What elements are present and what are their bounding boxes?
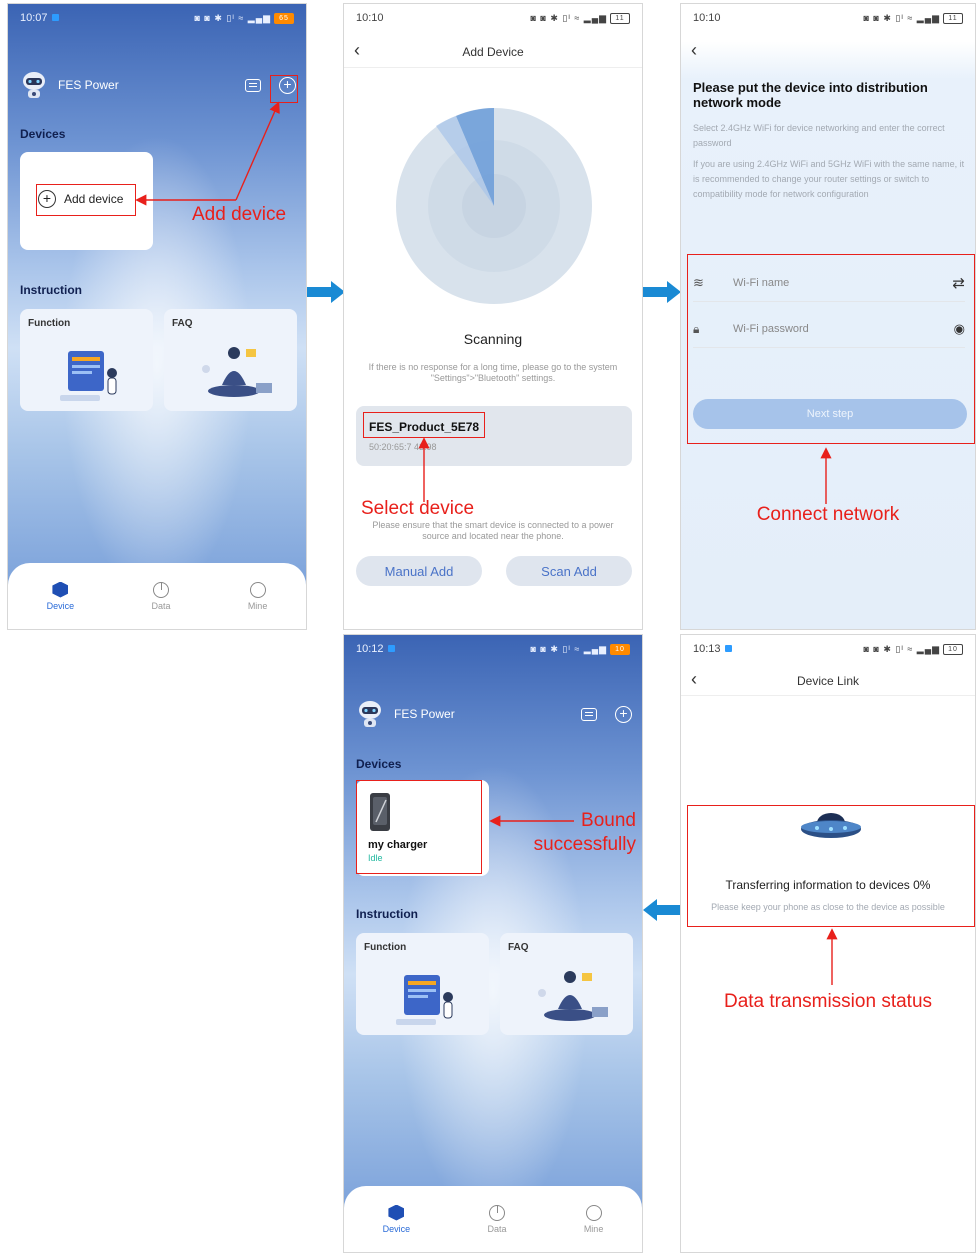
tab-mine-label: Mine (583, 1223, 604, 1234)
flow-arrow-right-icon (307, 281, 345, 303)
screen-device-link: 10:13 ◙ ◙ ✱ ▯ᴵ ≈ ▂▄▆ 10 ‹ Device Link Tra… (680, 634, 976, 1253)
manual-add-button[interactable]: Manual Add (356, 556, 482, 586)
device-tab-icon (52, 581, 69, 598)
faq-card[interactable]: FAQ (164, 309, 297, 411)
annotation-arrow-up (826, 928, 838, 985)
page-title: Device Link (796, 674, 860, 688)
status-bar: 10:12 ◙ ◙ ✱ ▯ᴵ ≈ ▂▄▆ 10 (356, 641, 630, 657)
function-illustration-icon (60, 351, 117, 401)
add-plus-icon[interactable]: + (615, 705, 632, 723)
tab-data-label: Data (151, 600, 171, 611)
scan-hint-line2: "Settings">"Bluetooth" settings. (430, 373, 556, 383)
annotation-select-device: Select device (361, 498, 475, 519)
battery-icon: 11 (943, 12, 963, 24)
message-icon[interactable] (581, 707, 597, 721)
annotation-data-transmission: Data transmission status (723, 991, 933, 1012)
tab-data[interactable]: Data (151, 581, 171, 611)
function-card[interactable]: Function (356, 933, 489, 1035)
screen-home-empty: 10:07 ◙ ◙ ✱ ▯ᴵ ≈ ▂▄▆ 65 FES Power + Devic… (7, 3, 307, 630)
flow-arrow-right-icon (643, 281, 681, 303)
tab-device-label: Device (382, 1223, 411, 1234)
ensure-hint: Please ensure that the smart device is c… (348, 520, 638, 542)
flow-arrow-left-icon (643, 899, 681, 921)
faq-card[interactable]: FAQ (500, 933, 633, 1035)
faq-label: FAQ (172, 318, 193, 329)
function-label: Function (364, 942, 407, 953)
mine-tab-icon (249, 581, 266, 598)
tab-bar: Device Data Mine (8, 563, 306, 629)
screen-network-config: 10:10 ◙ ◙ ✱ ▯ᴵ ≈ ▂▄▆ 11 ‹ Please put the … (680, 3, 976, 630)
tab-mine[interactable]: Mine (583, 1204, 604, 1234)
instruction-label: Instruction (356, 907, 418, 921)
ensure-hint-line1: Please ensure that the smart device is c… (372, 520, 614, 530)
battery-icon: 11 (610, 12, 630, 24)
status-icons: ◙ ◙ ✱ ▯ᴵ ≈ ▂▄▆ (863, 643, 940, 654)
tab-bar: Device Data Mine (344, 1186, 642, 1252)
notification-icon (724, 645, 732, 652)
annotation-box-charger (356, 780, 482, 874)
status-icons: ◙ ◙ ✱ ▯ᴵ ≈ ▂▄▆ (530, 643, 607, 654)
function-label: Function (28, 318, 71, 329)
scan-hint: If there is no response for a long time,… (348, 362, 638, 384)
robot-avatar-icon (359, 701, 381, 727)
tab-data[interactable]: Data (487, 1204, 507, 1234)
scan-add-button[interactable]: Scan Add (506, 556, 632, 586)
config-desc-1: Select 2.4GHz WiFi for device networking… (693, 123, 945, 148)
annotation-arrow-up (820, 447, 832, 504)
battery-icon: 10 (610, 643, 630, 655)
faq-illustration-icon (202, 347, 272, 397)
annotation-box-network (687, 254, 975, 444)
data-tab-icon (488, 1204, 505, 1221)
screen-home-bound: 10:12 ◙ ◙ ✱ ▯ᴵ ≈ ▂▄▆ 10 FES Power + Devic… (343, 634, 643, 1253)
annotation-bound: Bound successfully (534, 809, 636, 857)
config-desc-2: If you are using 2.4GHz WiFi and 5GHz Wi… (693, 159, 965, 199)
annotation-connect-network: Connect network (756, 504, 900, 525)
status-bar: 10:13 ◙ ◙ ✱ ▯ᴵ ≈ ▂▄▆ 10 (693, 641, 963, 657)
faq-label: FAQ (508, 942, 529, 953)
battery-icon: 10 (943, 643, 963, 655)
annotation-box-transfer (687, 805, 975, 927)
status-time: 10:10 (356, 12, 384, 24)
annotation-bound-line1: Bound (581, 810, 636, 831)
home-header: FES Power + (356, 699, 632, 729)
function-illustration-icon (396, 975, 453, 1025)
scanning-label: Scanning (463, 331, 523, 347)
status-time: 10:12 (356, 643, 384, 655)
notification-icon (387, 645, 395, 652)
ensure-hint-line2: source and located near the phone. (422, 531, 564, 541)
status-icons: ◙ ◙ ✱ ▯ᴵ ≈ ▂▄▆ (530, 12, 607, 23)
status-time: 10:10 (693, 12, 721, 24)
mine-tab-icon (585, 1204, 602, 1221)
page-title: Add Device (462, 45, 524, 59)
tab-mine-label: Mine (247, 600, 268, 611)
device-tab-icon (388, 1204, 405, 1221)
status-bar: 10:10 ◙ ◙ ✱ ▯ᴵ ≈ ▂▄▆ 11 (356, 10, 630, 26)
tab-device-label: Device (46, 600, 75, 611)
brand-name: FES Power (394, 707, 455, 721)
devices-label: Devices (356, 757, 402, 771)
scan-hint-line1: If there is no response for a long time,… (368, 362, 618, 372)
back-icon[interactable]: ‹ (691, 40, 697, 61)
faq-illustration-icon (538, 971, 608, 1021)
data-tab-icon (152, 581, 169, 598)
tab-device[interactable]: Device (46, 581, 75, 611)
tab-mine[interactable]: Mine (247, 581, 268, 611)
annotation-bound-line2: successfully (533, 834, 636, 855)
annotation-add-device: Add device (192, 204, 287, 225)
status-bar: 10:10 ◙ ◙ ✱ ▯ᴵ ≈ ▂▄▆ 11 (693, 10, 963, 26)
function-card[interactable]: Function (20, 309, 153, 411)
radar-scan-icon (396, 108, 592, 304)
status-time: 10:13 (693, 643, 721, 655)
annotation-arrow-up (418, 437, 430, 502)
tab-data-label: Data (487, 1223, 507, 1234)
config-heading: Please put the device into distribution … (693, 80, 928, 110)
instruction-label: Instruction (20, 283, 82, 297)
screen-add-device: 10:10 ◙ ◙ ✱ ▯ᴵ ≈ ▂▄▆ 11 ‹ Add Device Scan… (343, 3, 643, 630)
tab-device[interactable]: Device (382, 1204, 411, 1234)
status-icons: ◙ ◙ ✱ ▯ᴵ ≈ ▂▄▆ (863, 12, 940, 23)
